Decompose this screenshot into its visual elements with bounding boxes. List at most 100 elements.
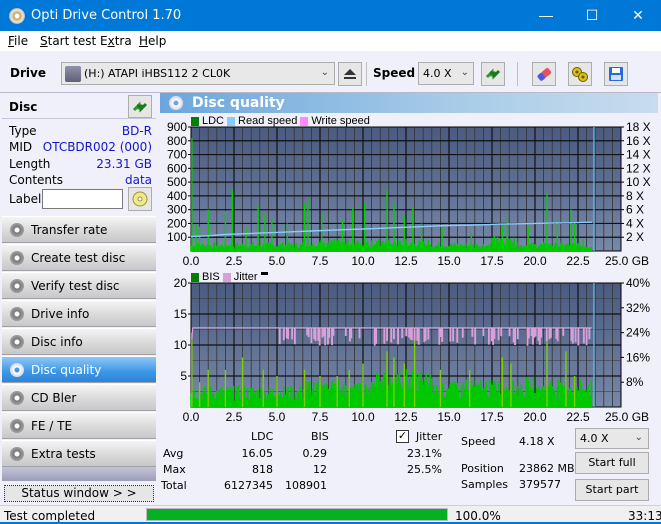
- stats-total-bis: 108901: [285, 479, 327, 492]
- stats-avg-ldc: 16.05: [241, 447, 274, 460]
- stats-speed-label: Speed: [461, 435, 496, 448]
- disc-mid-value: OTCBDR002 (000): [42, 140, 152, 154]
- stats-total-label: Total: [161, 479, 187, 492]
- drive-info-icon: [10, 307, 24, 321]
- erase-button[interactable]: [532, 62, 556, 86]
- disc-length-label: Length: [9, 157, 51, 171]
- menu-file-label: ile: [14, 34, 29, 48]
- disc-type-label: Type: [9, 124, 37, 138]
- save-button[interactable]: [604, 62, 628, 86]
- chart1-legend: LDC Read speed Write speed: [191, 115, 370, 127]
- stats-samples-label: Samples: [461, 478, 508, 491]
- disc-info-icon: [10, 335, 24, 349]
- start-part-button[interactable]: Start part: [575, 479, 649, 501]
- nav-label: Disc quality: [31, 363, 102, 377]
- drive-select[interactable]: (H:) ATAPI iHBS112 2 CL0K ⌄: [61, 62, 335, 85]
- status-window-button[interactable]: Status window > >: [4, 485, 154, 502]
- legend-jitter: Jitter: [233, 271, 258, 283]
- disc-contents-label: Contents: [9, 173, 63, 187]
- menu-start-test-label: tart test: [47, 34, 97, 48]
- refresh-icon: [132, 101, 148, 113]
- stats-jitter-avg: 23.1%: [407, 447, 442, 460]
- title-bar: Opti Drive Control 1.70 — ☐ ✕: [0, 0, 661, 31]
- test-speed-select[interactable]: 4.0 X ⌄: [575, 428, 649, 449]
- nav-fe-te[interactable]: FE / TE: [2, 412, 156, 439]
- nav-spacer: [2, 467, 156, 481]
- stats-avg-label: Avg: [163, 447, 184, 460]
- nav-verify-test-disc[interactable]: Verify test disc: [2, 272, 156, 299]
- disc-label-row: Label: [9, 192, 41, 208]
- nav-label: Create test disc: [31, 251, 126, 265]
- stats-max-ldc: 818: [252, 463, 273, 476]
- chart2-legend: BIS Jitter: [191, 271, 268, 283]
- create-test-disc-icon: [10, 251, 24, 265]
- menu-extra-accel: x: [107, 34, 115, 48]
- disc-contents-value: data: [124, 173, 152, 187]
- stats-samples-value: 379577: [519, 478, 561, 491]
- menu-start-test[interactable]: Start test: [40, 34, 96, 48]
- refresh-button[interactable]: [481, 62, 505, 86]
- stats-position-value: 23862 MB: [519, 462, 575, 475]
- minimize-button[interactable]: —: [523, 0, 569, 31]
- nav-transfer-rate[interactable]: Transfer rate: [2, 216, 156, 243]
- legend-swatch-read-speed: [227, 116, 236, 126]
- test-speed-value: 4.0 X: [580, 432, 609, 445]
- drive-select-value: (H:) ATAPI iHBS112 2 CL0K: [84, 67, 231, 80]
- legend-read-speed: Read speed: [238, 115, 298, 127]
- disc-icon: [132, 191, 148, 207]
- menu-bar: File Start test Extra Help: [0, 31, 661, 51]
- speed-select[interactable]: 4.0 X ⌄: [418, 62, 474, 85]
- disc-type-value: BD-R: [121, 124, 152, 138]
- toolbar-separator: [517, 62, 518, 86]
- chevron-down-icon: ⌄: [320, 67, 329, 78]
- window-title: Opti Drive Control 1.70: [31, 8, 182, 23]
- disc-label-input[interactable]: [42, 189, 123, 209]
- progress-fill: [147, 509, 447, 520]
- nav-label: Drive info: [31, 307, 90, 321]
- stats-max-bis: 12: [313, 463, 327, 476]
- nav-cd-bler[interactable]: CD Bler: [2, 384, 156, 411]
- disc-length-value: 23.31 GB: [96, 157, 152, 171]
- disc-quality-icon: [10, 363, 24, 377]
- nav-create-test-disc[interactable]: Create test disc: [2, 244, 156, 271]
- nav-drive-info[interactable]: Drive info: [2, 300, 156, 327]
- settings-button[interactable]: [568, 62, 592, 86]
- progress-text: 100.0%: [455, 509, 501, 523]
- speed-label: Speed: [373, 66, 416, 80]
- disc-label-button[interactable]: [128, 187, 152, 211]
- stats-jitter-label: Jitter: [416, 430, 443, 443]
- menu-help[interactable]: Help: [139, 34, 166, 48]
- disc-mid-row: MID OTCBDR002 (000): [9, 140, 152, 156]
- close-button[interactable]: ✕: [615, 0, 661, 31]
- menu-help-label: elp: [148, 34, 167, 48]
- chevron-down-icon: ⌄: [634, 432, 643, 443]
- disc-header-label: Disc: [9, 100, 38, 114]
- legend-swatch-jitter: [222, 272, 231, 282]
- disc-refresh-button[interactable]: [128, 95, 152, 118]
- jitter-checkbox[interactable]: ✓: [396, 430, 409, 443]
- start-full-button[interactable]: Start full: [575, 452, 649, 474]
- stats-total-ldc: 6127345: [224, 479, 273, 492]
- nav-label: Verify test disc: [31, 279, 120, 293]
- menu-file[interactable]: File: [8, 34, 28, 48]
- maximize-button[interactable]: ☐: [569, 0, 615, 31]
- chevron-down-icon: ⌄: [460, 67, 469, 78]
- stats-col-bis: BIS: [311, 430, 329, 443]
- menu-extra[interactable]: Extra: [100, 34, 132, 48]
- eject-icon: [344, 69, 356, 79]
- nav-label: Disc info: [31, 335, 83, 349]
- disc-length-row: Length 23.31 GB: [9, 157, 152, 173]
- nav-disc-info[interactable]: Disc info: [2, 328, 156, 355]
- legend-swatch-bis: [191, 272, 199, 282]
- nav-extra-tests[interactable]: Extra tests: [2, 440, 156, 467]
- disc-mid-label: MID: [9, 140, 33, 154]
- settings-icon: [572, 67, 588, 82]
- drive-label: Drive: [10, 66, 46, 80]
- nav-label: Transfer rate: [31, 223, 108, 237]
- menu-extra-label: tra: [114, 34, 132, 48]
- stats-position-label: Position: [461, 462, 504, 475]
- menu-start-test-accel: S: [40, 34, 48, 48]
- nav-disc-quality[interactable]: Disc quality: [2, 356, 156, 383]
- eject-button[interactable]: [338, 62, 362, 86]
- legend-bis: BIS: [202, 271, 220, 283]
